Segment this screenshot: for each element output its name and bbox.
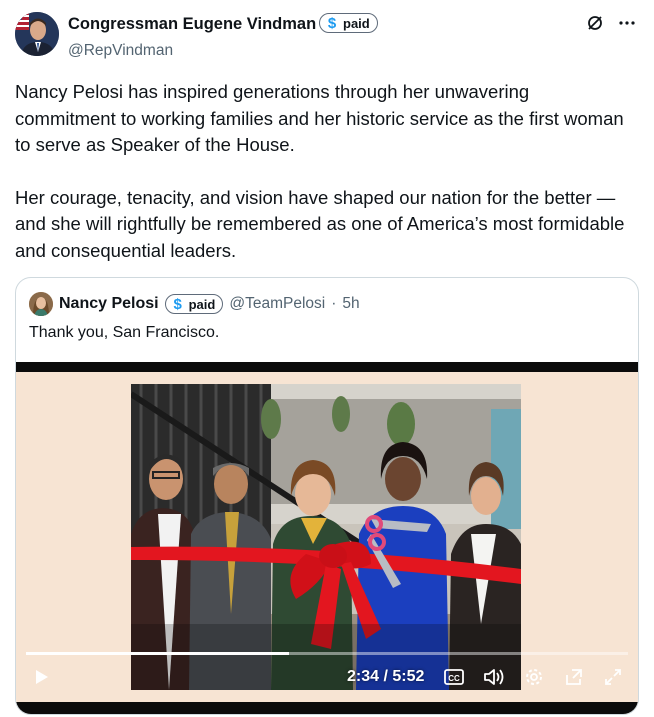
dollar-icon: $	[327, 14, 337, 32]
avatar-portrait	[15, 12, 59, 56]
video-player[interactable]: 2:34 / 5:52 CC	[16, 362, 638, 714]
video-progress-bar[interactable]	[26, 652, 628, 655]
quoted-tweet[interactable]: Nancy Pelosi $ paid @TeamPelosi · 5h Tha…	[15, 277, 639, 715]
quoted-name[interactable]: Nancy Pelosi	[59, 295, 159, 313]
video-progress-fill	[26, 652, 290, 655]
fullscreen-icon[interactable]	[600, 664, 626, 690]
dollar-icon: $	[173, 295, 182, 313]
captions-icon[interactable]: CC	[441, 664, 467, 690]
badge-label: paid	[188, 296, 216, 312]
letterbox-bottom	[16, 702, 638, 714]
quoted-handle[interactable]: @TeamPelosi	[229, 295, 325, 313]
letterbox-top	[16, 362, 638, 372]
grok-icon[interactable]	[586, 14, 604, 37]
author-avatar[interactable]	[15, 12, 59, 56]
volume-icon[interactable]	[481, 664, 507, 690]
author-name[interactable]: Congressman Eugene Vindman	[68, 15, 316, 34]
tweet-paragraph: Her courage, tenacity, and vision have s…	[15, 186, 625, 261]
more-icon[interactable]	[618, 14, 636, 37]
quoted-header: Nancy Pelosi $ paid @TeamPelosi · 5h	[29, 292, 360, 316]
tweet-text: Nancy Pelosi has inspired generations th…	[15, 79, 635, 290]
quoted-avatar[interactable]	[29, 292, 53, 316]
author-handle[interactable]: @RepVindman	[68, 42, 173, 60]
quoted-text: Thank you, San Francisco.	[29, 324, 220, 341]
badge-label: paid	[343, 15, 370, 31]
video-frame-ribbon-cutting	[131, 384, 521, 690]
author-paid-badge[interactable]: $ paid	[319, 13, 378, 33]
play-icon[interactable]	[28, 664, 54, 690]
pop-out-icon[interactable]	[561, 664, 587, 690]
separator-dot: ·	[331, 295, 337, 312]
tweet-actions	[586, 14, 636, 37]
tweet-paragraph: Nancy Pelosi has inspired generations th…	[15, 81, 624, 155]
quoted-timestamp[interactable]: 5h	[342, 295, 359, 313]
video-time: 2:34 / 5:52	[347, 668, 425, 685]
settings-icon[interactable]	[521, 664, 547, 690]
video-controls: 2:34 / 5:52 CC	[16, 658, 638, 698]
quoted-avatar-portrait	[29, 292, 53, 316]
svg-text:CC: CC	[448, 674, 460, 683]
tweet: Congressman Eugene Vindman $ paid @RepVi…	[0, 0, 654, 717]
quoted-paid-badge[interactable]: $ paid	[164, 294, 224, 314]
